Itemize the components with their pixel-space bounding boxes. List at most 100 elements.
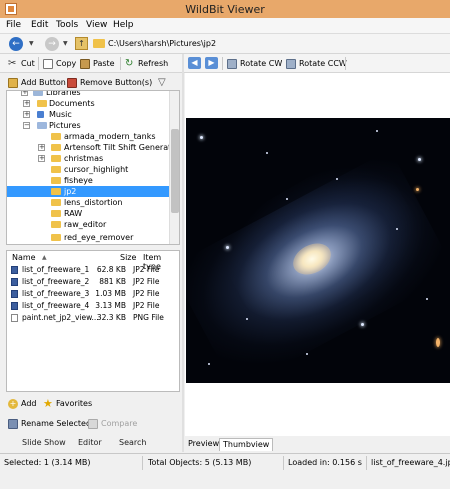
menu-view[interactable]: View [86,20,107,30]
menu-help[interactable]: Help [113,20,134,30]
panel-splitter[interactable] [182,54,184,452]
file-name: list_of_freeware_4 [22,301,90,310]
tree-item-documents[interactable]: + Documents [7,98,179,109]
expand-icon[interactable]: + [21,91,28,96]
back-history-chevron-down-icon[interactable]: ▼ [29,40,34,47]
tree-item-fisheye[interactable]: fisheye [7,175,179,186]
tree-item-libraries[interactable]: + Libraries [7,91,179,98]
jp2-file-icon [11,278,18,286]
tree-item-label: raw_editor [64,220,107,229]
image-preview-pane[interactable] [185,73,450,436]
tree-item-armada-modern-tanks[interactable]: armada_modern_tanks [7,131,179,142]
folder-icon [51,133,61,140]
compare-icon [88,418,98,429]
menu-tools[interactable]: Tools [56,20,78,30]
favorites-button[interactable]: ★ Favorites [43,396,92,411]
filter-icon[interactable]: ▽ [158,75,166,90]
tree-item-music[interactable]: + Music [7,109,179,120]
file-row[interactable]: list_of_freeware_1 62.8 KB JP2 File [7,265,179,275]
tab-search[interactable]: Search [119,438,146,447]
toolbar-divider [120,57,121,70]
compare-label: Compare [101,419,138,428]
tree-scrollbar[interactable] [169,91,179,244]
tree-item-label: RAW [64,209,83,218]
tree-item-jp2[interactable]: jp2 [7,186,169,197]
forward-icon[interactable]: → [45,37,59,51]
jp2-file-icon [11,290,18,298]
copy-icon [43,58,53,69]
rename-icon [8,418,18,429]
tree-item-red-eye-remover[interactable]: red_eye_remover [7,232,179,243]
expand-icon[interactable]: + [23,100,30,107]
up-folder-icon[interactable]: ↑ [75,37,88,50]
add-favorite-label: Add [21,399,37,408]
cut-label: Cut [21,59,35,68]
column-header-name[interactable]: Name [12,253,36,262]
paste-button[interactable]: Paste [80,56,115,71]
status-divider [283,456,284,470]
tree-item-raw-editor[interactable]: raw_editor [7,219,179,230]
star [336,178,338,180]
rotate-ccw-icon [286,58,296,69]
documents-folder-icon [37,100,47,107]
tree-item-lens-distortion[interactable]: lens_distortion [7,197,179,208]
file-list[interactable]: Name ▲ Size Item type list_of_freeware_1… [6,250,180,392]
tree-item-label: lens_distortion [64,198,123,207]
collapse-icon[interactable]: − [23,122,30,129]
file-name: paint.net_jp2_view... [22,313,99,322]
previous-image-arrow-left-icon[interactable]: ◀ [188,57,201,69]
forward-history-chevron-down-icon[interactable]: ▼ [63,40,68,47]
tree-item-pictures[interactable]: − Pictures [7,120,179,131]
tree-item-raw[interactable]: RAW [7,208,179,219]
compare-button[interactable]: Compare [88,416,137,431]
tab-slide-show[interactable]: Slide Show [22,438,66,447]
star [426,298,428,300]
address-path[interactable]: C:\Users\harsh\Pictures\jp2 [108,39,216,48]
file-row[interactable]: list_of_freeware_3 1.03 MB JP2 File [7,289,179,299]
file-row[interactable]: paint.net_jp2_view... 32.3 KB PNG File [7,313,179,323]
add-button-button[interactable]: Add Button [8,75,66,90]
next-image-arrow-right-icon[interactable]: ▶ [205,57,218,69]
file-size: 62.8 KB [96,265,126,274]
expand-icon[interactable]: + [38,155,45,162]
folder-tree[interactable]: + Libraries + Documents + Music − Pictur… [6,90,180,245]
tree-item-christmas[interactable]: + christmas [7,153,179,164]
copy-button[interactable]: Copy [43,56,76,71]
remove-buttons-button[interactable]: Remove Button(s) [67,75,152,90]
refresh-button[interactable]: ↻ Refresh [125,56,168,71]
rotate-cw-icon [227,58,237,69]
file-row[interactable]: list_of_freeware_4 3.13 MB JP2 File [7,301,179,311]
rotate-cw-button[interactable]: Rotate CW [227,56,282,71]
tree-scrollbar-thumb[interactable] [171,129,179,213]
tab-thumbview[interactable]: Thumbview [219,438,274,451]
cut-button[interactable]: ✂ Cut [8,56,35,71]
preview-tabs: Preview Thumbview [185,436,450,452]
menu-edit[interactable]: Edit [31,20,48,30]
file-row[interactable]: list_of_freeware_2 881 KB JP2 File [7,277,179,287]
column-header-size[interactable]: Size [120,253,136,262]
tree-item-artensoft[interactable]: + Artensoft Tilt Shift Generator [7,142,179,153]
file-name: list_of_freeware_2 [22,277,90,286]
star [208,363,210,365]
tab-preview[interactable]: Preview [185,438,222,451]
expand-icon[interactable]: + [23,111,30,118]
expand-icon[interactable]: + [38,144,45,151]
rotate-ccw-button[interactable]: Rotate CCW [286,56,347,71]
menu-file[interactable]: File [6,20,21,30]
sort-ascending-icon: ▲ [42,254,47,261]
add-icon: + [8,398,18,409]
file-type: JP2 File [133,301,160,310]
tab-editor[interactable]: Editor [78,438,102,447]
add-favorite-button[interactable]: + Add [8,396,37,411]
rename-selected-label: Rename Selected [21,419,92,428]
tree-item-label: fisheye [64,176,93,185]
back-icon[interactable]: ← [9,37,23,51]
tree-item-cursor-highlight[interactable]: cursor_highlight [7,164,179,175]
file-size: 3.13 MB [95,301,126,310]
copy-label: Copy [56,59,77,68]
rename-selected-button[interactable]: Rename Selected [8,416,91,431]
folder-icon [51,188,61,195]
favorites-bar: + Add ★ Favorites [0,394,180,411]
pictures-folder-icon [37,122,47,129]
folder-icon [51,199,61,206]
